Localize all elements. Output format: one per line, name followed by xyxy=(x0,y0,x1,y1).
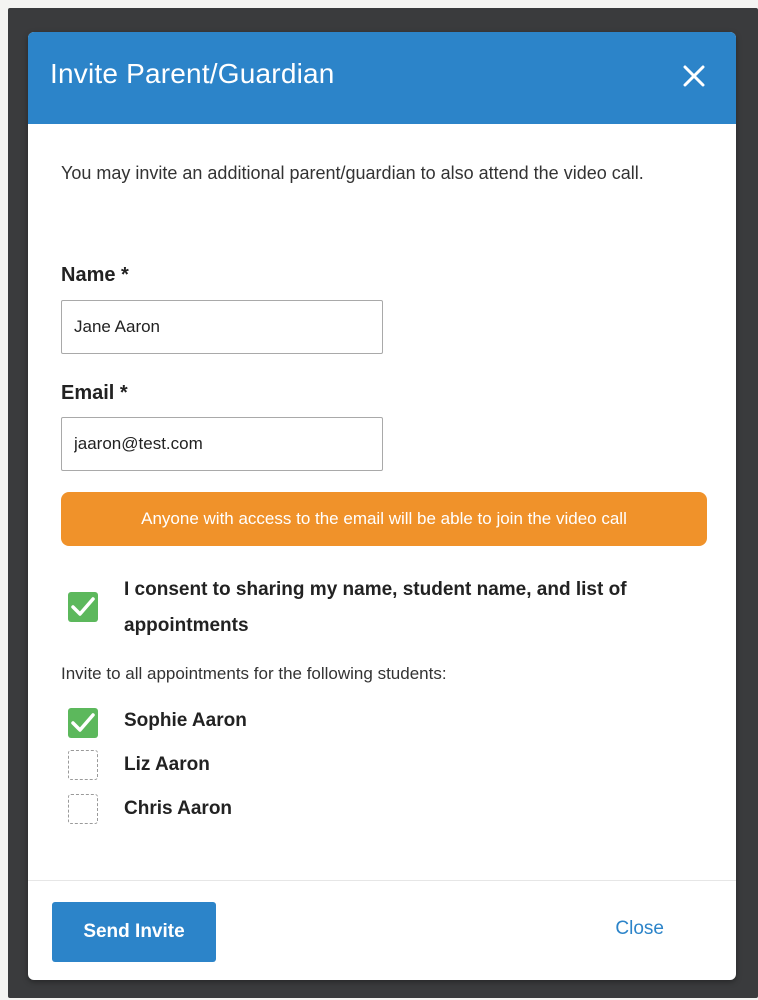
email-warning-banner: Anyone with access to the email will be … xyxy=(61,492,707,546)
student-label-chris: Chris Aaron xyxy=(124,798,233,819)
invite-dialog: Invite Parent/Guardian You may invite an… xyxy=(28,32,736,980)
student-label-sophie: Sophie Aaron xyxy=(124,710,247,731)
dialog-intro: You may invite an additional parent/guar… xyxy=(61,163,644,183)
footer-divider xyxy=(28,880,736,881)
send-invite-button[interactable]: Send Invite xyxy=(52,902,216,962)
dialog-title: Invite Parent/Guardian xyxy=(50,58,335,89)
name-input[interactable] xyxy=(61,300,383,354)
email-input[interactable] xyxy=(61,417,383,471)
student-label-liz: Liz Aaron xyxy=(124,754,210,775)
close-icon[interactable] xyxy=(674,56,714,96)
email-label: Email * xyxy=(61,382,128,404)
name-label: Name * xyxy=(61,264,129,286)
checkmark-icon xyxy=(71,597,95,616)
student-checkbox-liz[interactable] xyxy=(68,750,98,780)
close-button[interactable]: Close xyxy=(615,918,664,940)
consent-label: I consent to sharing my name, student na… xyxy=(124,579,627,636)
students-title: Invite to all appointments for the follo… xyxy=(61,664,447,683)
dialog-header: Invite Parent/Guardian xyxy=(28,32,736,124)
student-checkbox-chris[interactable] xyxy=(68,794,98,824)
checkmark-icon xyxy=(71,713,95,732)
consent-checkbox[interactable] xyxy=(68,592,98,622)
student-checkbox-sophie[interactable] xyxy=(68,708,98,738)
